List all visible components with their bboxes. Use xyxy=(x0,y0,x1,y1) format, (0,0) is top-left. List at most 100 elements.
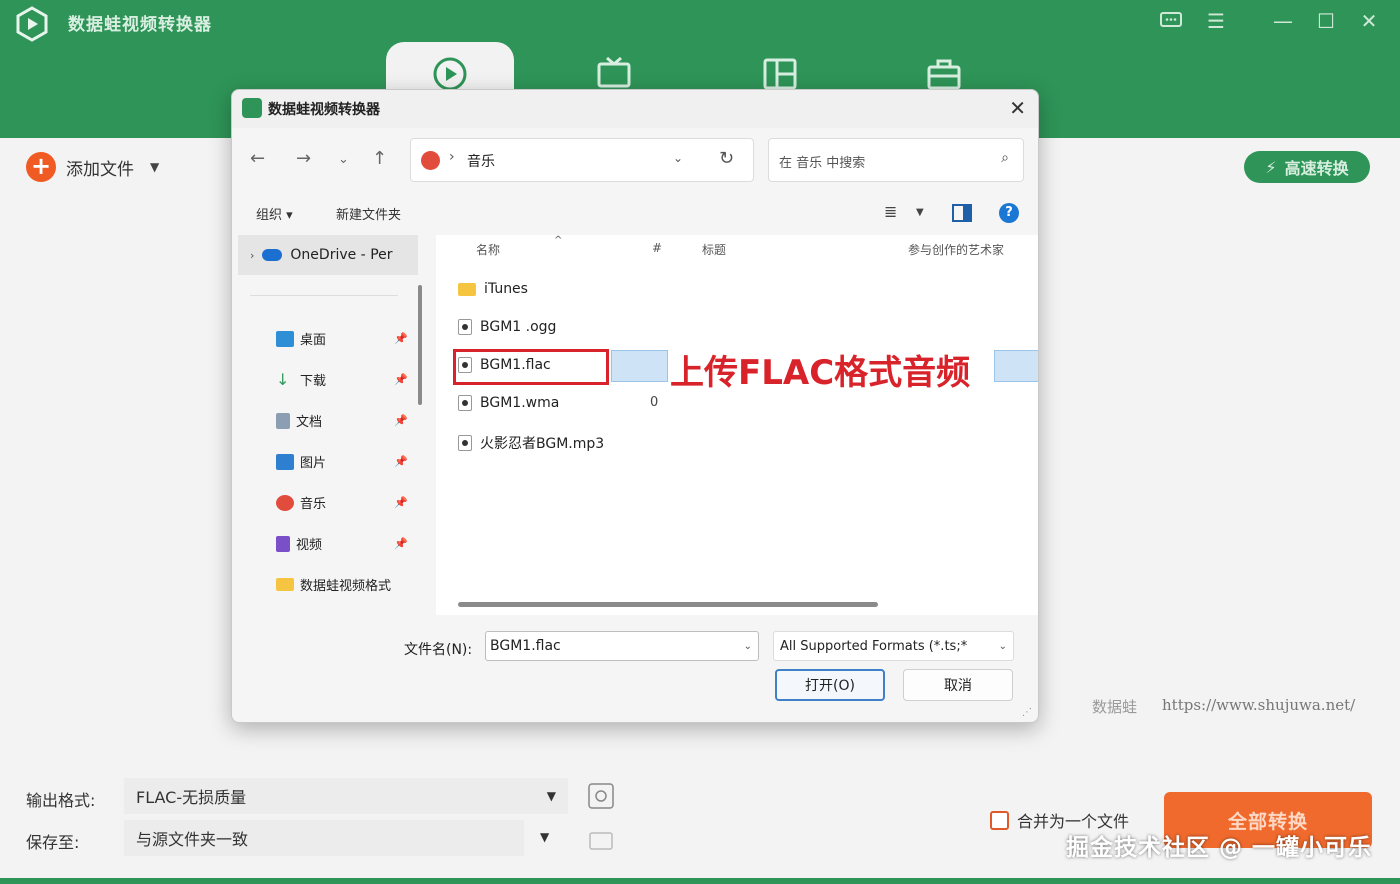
maximize-icon[interactable]: ☐ xyxy=(1313,8,1339,34)
minimize-icon[interactable]: — xyxy=(1270,8,1296,34)
list-item[interactable]: 火影忍者BGM.mp3 xyxy=(458,433,604,453)
sidebar-item-downloads[interactable]: ↓ 下载 📌 xyxy=(276,370,412,389)
folder-icon xyxy=(458,282,476,296)
resize-grip-icon[interactable]: ⋰ xyxy=(1022,707,1032,718)
file-name-input[interactable]: BGM1.flac ⌄ xyxy=(485,631,759,661)
pin-icon[interactable]: 📌 xyxy=(394,373,408,386)
forward-arrow-icon[interactable]: → xyxy=(296,148,311,169)
new-folder-button[interactable]: 新建文件夹 xyxy=(336,204,401,223)
refresh-icon[interactable]: ↻ xyxy=(719,148,734,169)
output-format-value: FLAC-无损质量 xyxy=(136,788,247,807)
sidebar-item-label: 文档 xyxy=(296,415,323,430)
audio-file-icon xyxy=(458,319,472,335)
settings-gear-icon[interactable] xyxy=(588,783,614,809)
cloud-icon xyxy=(262,249,283,261)
annotation-highlight-box xyxy=(453,349,609,385)
file-type-value: All Supported Formats (*.ts;* xyxy=(780,638,968,654)
menu-icon[interactable]: ☰ xyxy=(1203,8,1229,34)
file-list: 名称 ^ # 标题 参与创作的艺术家 iTunes BGM1 .ogg BGM1… xyxy=(436,235,1038,615)
view-options-icon[interactable]: ≣ xyxy=(884,202,897,221)
column-header-number[interactable]: # xyxy=(652,241,662,255)
close-icon[interactable]: ✕ xyxy=(1356,8,1382,34)
video-convert-icon xyxy=(433,57,467,91)
sidebar-item-desktop[interactable]: 桌面 📌 xyxy=(276,329,412,348)
search-icon: ⌕ xyxy=(1001,150,1009,166)
output-format-select[interactable]: FLAC-无损质量 ▼ xyxy=(124,778,568,814)
sidebar-item-label: 音乐 xyxy=(300,497,327,512)
file-type-select[interactable]: All Supported Formats (*.ts;* ⌄ xyxy=(773,631,1014,661)
search-placeholder: 在 音乐 中搜索 xyxy=(779,156,866,171)
column-header-name[interactable]: 名称 xyxy=(476,241,500,258)
organize-menu[interactable]: 组织 ▾ xyxy=(256,204,293,223)
music-icon xyxy=(276,494,294,511)
recent-chevron-icon[interactable]: ⌄ xyxy=(338,152,349,167)
sidebar-item-videos[interactable]: 视频 📌 xyxy=(276,534,412,553)
divider xyxy=(250,295,398,296)
pin-icon[interactable]: 📌 xyxy=(394,332,408,345)
pin-icon[interactable]: 📌 xyxy=(394,455,408,468)
tv-icon xyxy=(597,56,631,88)
fast-convert-button[interactable]: ⚡ 高速转换 xyxy=(1244,151,1370,183)
expand-chevron-icon[interactable]: › xyxy=(250,249,254,262)
list-item[interactable]: BGM1.wma xyxy=(458,395,559,411)
nav-scrollbar[interactable] xyxy=(418,285,422,405)
column-header-artists[interactable]: 参与创作的艺术家 xyxy=(908,241,1004,258)
site-url-link[interactable]: https://www.shujuwa.net/ xyxy=(1162,696,1355,714)
sidebar-item-label: 图片 xyxy=(300,456,327,471)
sidebar-item-shujuwa-folder[interactable]: 数据蛙视频格式 xyxy=(276,575,412,594)
horizontal-scrollbar[interactable] xyxy=(458,602,878,607)
track-number: 0 xyxy=(650,395,659,410)
list-item[interactable]: BGM1 .ogg xyxy=(458,319,556,335)
add-file-button[interactable]: + 添加文件 ▼ xyxy=(26,152,159,182)
sort-chevron-icon: ^ xyxy=(554,235,563,246)
dialog-titlebar: 数据蛙视频转换器 ✕ xyxy=(232,90,1038,128)
chevron-down-icon[interactable]: ▼ xyxy=(916,207,924,218)
dialog-close-icon[interactable]: ✕ xyxy=(1009,96,1026,120)
sidebar-item-documents[interactable]: 文档 📌 xyxy=(276,411,412,430)
preview-pane-icon[interactable] xyxy=(952,204,972,222)
breadcrumb[interactable]: 音乐 xyxy=(467,151,495,171)
sidebar-item-onedrive[interactable]: › OneDrive - Per xyxy=(238,235,418,275)
chevron-down-icon[interactable]: ⌄ xyxy=(673,151,683,165)
back-arrow-icon[interactable]: ← xyxy=(250,148,265,169)
open-button[interactable]: 打开(O) xyxy=(775,669,885,701)
up-arrow-icon[interactable]: ↑ xyxy=(372,148,387,169)
sidebar-item-pictures[interactable]: 图片 📌 xyxy=(276,452,412,471)
desktop-icon xyxy=(276,330,294,347)
feedback-icon[interactable] xyxy=(1158,8,1184,34)
bottom-strip xyxy=(0,878,1400,884)
search-input[interactable]: 在 音乐 中搜索 ⌕ xyxy=(768,138,1024,182)
save-to-select[interactable]: 与源文件夹一致 xyxy=(124,820,524,856)
save-to-value: 与源文件夹一致 xyxy=(136,830,249,849)
pin-icon[interactable]: 📌 xyxy=(394,496,408,509)
app-title: 数据蛙视频转换器 xyxy=(68,15,212,35)
file-name-label: 文件名(N): xyxy=(404,642,473,658)
folder-icon xyxy=(276,578,294,591)
layout-icon xyxy=(763,58,797,90)
file-name: BGM1.wma xyxy=(480,395,560,411)
chevron-down-icon[interactable]: ⌄ xyxy=(744,641,752,652)
app-icon xyxy=(242,98,262,118)
help-icon[interactable]: ? xyxy=(999,203,1019,223)
address-bar[interactable]: › 音乐 ⌄ ↻ xyxy=(410,138,754,182)
pin-icon[interactable]: 📌 xyxy=(394,537,408,550)
column-header-title[interactable]: 标题 xyxy=(702,241,726,258)
output-format-label: 输出格式: xyxy=(26,791,96,810)
file-name: iTunes xyxy=(484,281,528,297)
sidebar-item-label: 视频 xyxy=(296,538,323,553)
chevron-down-icon: ⌄ xyxy=(998,640,1007,652)
sidebar-item-music[interactable]: 音乐 📌 xyxy=(276,493,412,512)
folder-open-icon[interactable] xyxy=(588,827,614,853)
chevron-down-icon[interactable]: ▼ xyxy=(540,830,549,844)
audio-file-icon xyxy=(458,395,472,411)
pin-icon[interactable]: 📌 xyxy=(394,414,408,427)
file-name-value: BGM1.flac xyxy=(490,638,561,654)
cancel-button[interactable]: 取消 xyxy=(903,669,1013,701)
checkbox-icon[interactable] xyxy=(990,810,1009,830)
list-item[interactable]: iTunes xyxy=(458,281,528,297)
audio-file-icon xyxy=(458,435,472,451)
plus-icon: + xyxy=(26,152,56,182)
breadcrumb-chevron-icon: › xyxy=(449,149,455,165)
chevron-down-icon[interactable]: ▼ xyxy=(150,160,159,174)
navigation-pane: › OneDrive - Per 桌面 📌 ↓ 下载 📌 文档 📌 图片 📌 音… xyxy=(232,235,422,615)
